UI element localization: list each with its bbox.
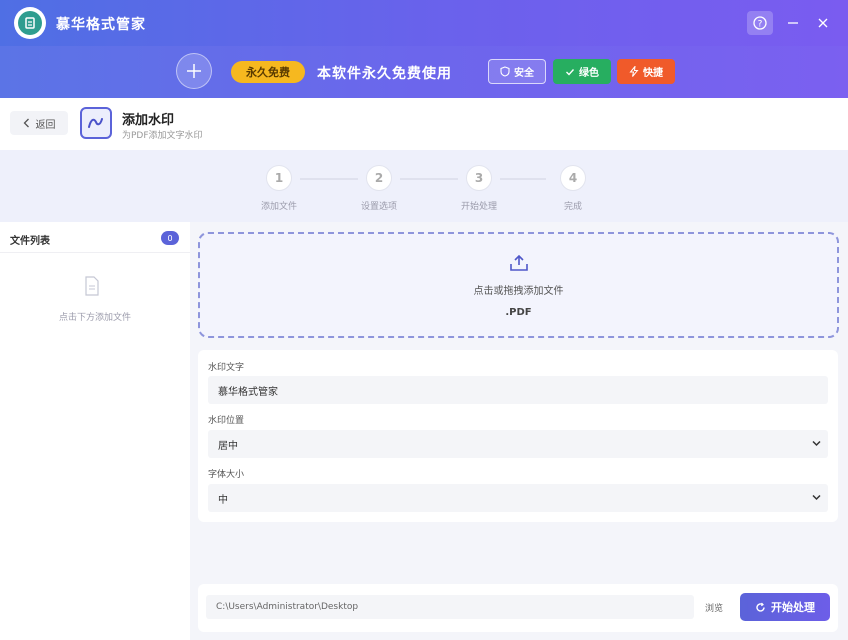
step-number: 3 xyxy=(466,165,492,191)
page-title: 添加水印 xyxy=(122,113,175,128)
step-number: 1 xyxy=(266,165,292,191)
progress-steps: 1 添加文件 2 设置选项 3 开始处理 4 完成 xyxy=(0,150,848,222)
help-icon[interactable]: ? xyxy=(747,11,773,35)
start-label: 开始处理 xyxy=(771,601,815,614)
svg-text:?: ? xyxy=(758,20,763,30)
tag-fast: 快捷 xyxy=(617,59,675,84)
step-label: 设置选项 xyxy=(360,202,397,212)
step-label: 添加文件 xyxy=(260,202,297,212)
app-title: 慕华格式管家 xyxy=(56,17,146,33)
step-number: 4 xyxy=(560,165,586,191)
watermark-text-label: 水印文字 xyxy=(208,363,245,373)
document-logo-icon xyxy=(14,7,46,39)
file-list-title: 文件列表 xyxy=(10,236,50,247)
step-label: 开始处理 xyxy=(460,202,497,212)
chevron-down-icon xyxy=(812,494,821,501)
minimize-icon[interactable] xyxy=(780,11,806,35)
watermark-text-value: 慕华格式管家 xyxy=(218,386,278,398)
tag-green: 绿色 xyxy=(553,59,611,84)
chevron-down-icon xyxy=(812,440,821,447)
output-bar: C:\Users\Administrator\Desktop 浏览 开始处理 xyxy=(198,584,838,632)
shield-icon xyxy=(500,66,510,77)
step-label: 完成 xyxy=(563,202,582,212)
upload-icon xyxy=(509,254,529,275)
browse-button[interactable]: 浏览 xyxy=(698,595,730,619)
page-subtitle: 为PDF添加文字水印 xyxy=(122,131,203,141)
check-icon xyxy=(566,68,575,76)
back-label: 返回 xyxy=(35,119,56,131)
free-badge: 永久免费 xyxy=(231,61,305,83)
font-size-label: 字体大小 xyxy=(208,470,245,480)
position-select[interactable]: 居中 xyxy=(208,430,828,458)
tag-safe: 安全 xyxy=(488,59,546,84)
divider xyxy=(0,252,190,253)
promo-banner: 永久免费 本软件永久免费使用 安全 绿色 快捷 xyxy=(0,46,848,98)
title-bar: 慕华格式管家 ? xyxy=(0,0,848,46)
page-header: 返回 添加水印 为PDF添加文字水印 xyxy=(0,98,848,150)
empty-file-hint: 点击下方添加文件 xyxy=(58,313,131,323)
step-number: 2 xyxy=(366,165,392,191)
close-icon[interactable] xyxy=(810,11,836,35)
start-button[interactable]: 开始处理 xyxy=(740,593,830,621)
watermark-icon xyxy=(80,107,112,139)
output-path-value: C:\Users\Administrator\Desktop xyxy=(216,602,359,612)
step-4: 4 完成 xyxy=(543,165,603,212)
sparkle-icon xyxy=(176,53,212,89)
upload-file-type: .PDF xyxy=(505,307,532,318)
tag-safe-label: 安全 xyxy=(514,68,534,79)
tag-green-label: 绿色 xyxy=(579,68,599,79)
banner-text: 本软件永久免费使用 xyxy=(317,66,452,82)
file-icon xyxy=(84,276,100,299)
lightning-icon xyxy=(629,66,639,77)
file-list-sidebar: 文件列表 0 点击下方添加文件 xyxy=(0,222,190,640)
step-3: 3 开始处理 xyxy=(449,165,509,212)
watermark-text-input[interactable]: 慕华格式管家 xyxy=(208,376,828,404)
settings-panel: 水印文字 慕华格式管家 水印位置 居中 字体大小 中 xyxy=(198,350,838,522)
step-1: 1 添加文件 xyxy=(249,165,309,212)
font-size-value: 中 xyxy=(218,494,228,506)
position-label: 水印位置 xyxy=(208,416,245,426)
step-2: 2 设置选项 xyxy=(349,165,409,212)
back-button[interactable]: 返回 xyxy=(10,111,68,135)
upload-dropzone[interactable]: 点击或拖拽添加文件 .PDF xyxy=(198,232,839,338)
output-path-input[interactable]: C:\Users\Administrator\Desktop xyxy=(206,595,694,619)
font-size-select[interactable]: 中 xyxy=(208,484,828,512)
position-value: 居中 xyxy=(218,440,238,452)
tag-fast-label: 快捷 xyxy=(643,68,663,79)
upload-hint: 点击或拖拽添加文件 xyxy=(473,286,564,297)
file-count-badge: 0 xyxy=(161,231,179,245)
chevron-left-icon xyxy=(23,118,29,128)
refresh-icon xyxy=(756,602,765,612)
